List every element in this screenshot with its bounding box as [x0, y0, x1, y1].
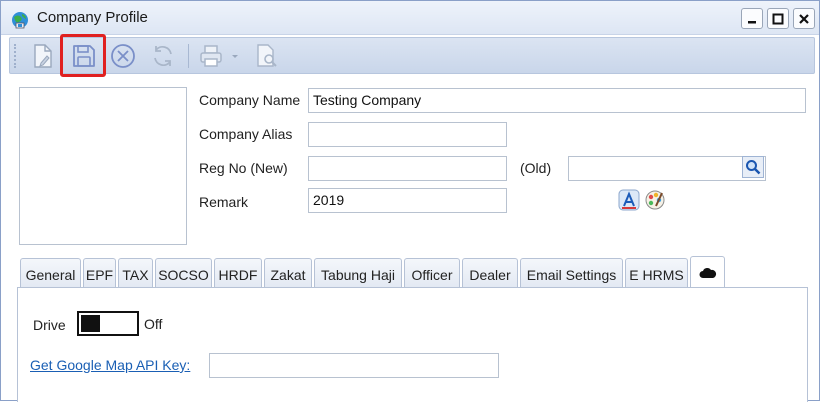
print-preview-button[interactable]	[252, 41, 282, 71]
close-button[interactable]	[793, 8, 815, 29]
preview-icon	[257, 44, 277, 67]
company-name-value: Testing Company	[313, 92, 422, 108]
print-icon	[200, 45, 222, 67]
reg-no-new-label: Reg No (New)	[199, 160, 288, 176]
tab-panel	[17, 287, 808, 402]
tab-general[interactable]: General	[20, 258, 81, 287]
cloud-icon	[699, 267, 716, 278]
remark-value: 2019	[313, 192, 345, 208]
print-button[interactable]	[196, 41, 226, 71]
tab-hrdf[interactable]: HRDF	[214, 258, 262, 287]
tab-label: EPF	[85, 267, 114, 283]
company-logo-box[interactable]	[19, 87, 187, 245]
company-name-label: Company Name	[199, 92, 301, 108]
toolbar-separator	[188, 44, 189, 68]
color-palette-icon[interactable]	[644, 189, 666, 211]
toolbar	[9, 37, 815, 74]
tab-label: Zakat	[270, 267, 306, 283]
tab-label: HRDF	[218, 267, 258, 283]
tab-label: E HRMS	[629, 267, 684, 283]
tab-officer[interactable]: Officer	[404, 258, 460, 287]
window-title: Company Profile	[37, 9, 148, 26]
tab-zakat[interactable]: Zakat	[264, 258, 312, 287]
tab-label: Tabung Haji	[321, 267, 395, 283]
reg-no-old-label: (Old)	[520, 160, 552, 176]
print-dropdown-button[interactable]	[228, 41, 242, 71]
tab-label: Email Settings	[526, 267, 617, 283]
search-icon	[746, 160, 761, 175]
cancel-icon	[111, 44, 135, 68]
new-button[interactable]	[28, 41, 58, 71]
tab-e-hrms[interactable]: E HRMS	[625, 258, 688, 287]
tab-dealer[interactable]: Dealer	[462, 258, 518, 287]
cancel-button[interactable]	[108, 41, 138, 71]
tab-label: Officer	[411, 267, 453, 283]
company-alias-field[interactable]	[308, 122, 507, 147]
toolbar-grip[interactable]	[14, 44, 16, 68]
maximize-button[interactable]	[767, 8, 789, 29]
title-bar: Company Profile	[1, 1, 819, 35]
maximize-icon	[772, 13, 784, 24]
tab-label: General	[25, 267, 76, 283]
remark-field[interactable]: 2019	[308, 188, 507, 213]
tab-label: TAX	[122, 267, 149, 283]
reg-no-old-field[interactable]	[568, 156, 766, 181]
font-style-icon[interactable]	[618, 189, 640, 211]
tab-cloud[interactable]	[690, 256, 725, 287]
chevron-down-icon	[232, 55, 238, 58]
tab-label: SOCSO	[158, 267, 209, 283]
company-alias-label: Company Alias	[199, 126, 293, 142]
tab-tax[interactable]: TAX	[118, 258, 153, 287]
drive-label: Drive	[33, 317, 66, 333]
refresh-icon	[154, 46, 172, 66]
app-globe-icon	[12, 12, 28, 29]
company-name-field[interactable]: Testing Company	[308, 88, 806, 113]
save-button-highlight	[60, 34, 106, 77]
drive-toggle[interactable]	[77, 311, 139, 336]
tab-email-settings[interactable]: Email Settings	[520, 258, 623, 287]
new-document-icon	[34, 44, 52, 68]
tab-epf[interactable]: EPF	[83, 258, 116, 287]
tab-tabung-haji[interactable]: Tabung Haji	[314, 258, 402, 287]
tab-socso[interactable]: SOCSO	[155, 258, 212, 287]
google-map-api-key-link[interactable]: Get Google Map API Key:	[30, 357, 190, 373]
google-map-api-key-field[interactable]	[209, 353, 499, 378]
tab-label: Dealer	[469, 267, 511, 283]
remark-label: Remark	[199, 194, 249, 210]
close-icon	[799, 13, 809, 24]
minimize-button[interactable]	[741, 8, 763, 29]
toggle-knob	[81, 315, 100, 332]
minimize-icon	[748, 20, 756, 23]
search-button[interactable]	[742, 156, 764, 178]
reg-no-new-field[interactable]	[308, 156, 507, 181]
company-profile-window: Company Profile Company Name Testing Com…	[0, 0, 820, 402]
drive-state-label: Off	[144, 316, 163, 332]
refresh-button[interactable]	[148, 41, 178, 71]
